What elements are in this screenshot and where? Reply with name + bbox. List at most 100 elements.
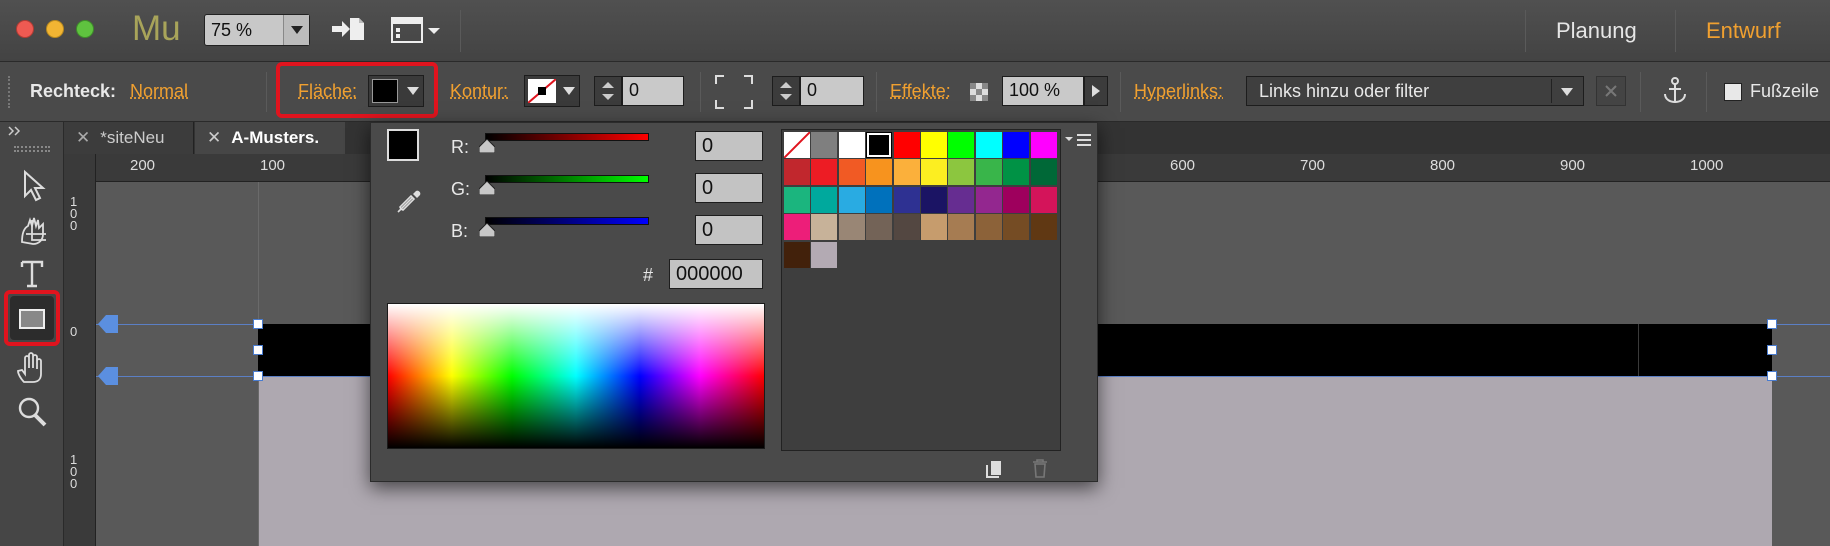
blue-slider-thumb[interactable] [479,223,495,237]
red-slider-track[interactable] [485,133,649,141]
color-swatch[interactable] [838,159,865,186]
color-swatch[interactable] [948,132,975,158]
color-swatch[interactable] [921,159,947,186]
color-swatch[interactable] [811,241,838,268]
clear-link-button[interactable] [1596,76,1626,106]
preview-menu-icon[interactable] [390,14,442,46]
mode-planning-button[interactable]: Planung [1556,18,1637,44]
opacity-field[interactable]: 100 % [1002,76,1084,106]
green-slider-track[interactable] [485,175,649,183]
palette-menu-icon[interactable] [1065,133,1093,149]
zoom-window-button[interactable] [76,20,94,38]
hex-value-field[interactable]: 000000 [669,259,763,289]
swatch-none[interactable] [783,131,811,159]
blue-slider-track[interactable] [485,217,649,225]
close-window-button[interactable] [16,20,34,38]
color-swatch[interactable] [975,132,1002,158]
color-swatch[interactable] [784,241,810,268]
color-swatch[interactable] [1003,132,1030,158]
eyedropper-icon[interactable] [395,185,425,215]
blue-value-field[interactable]: 0 [695,215,763,245]
tab-siteneu[interactable]: ✕ *siteNeu [64,122,194,154]
color-swatch[interactable] [1030,132,1057,158]
color-swatch[interactable] [975,214,1002,241]
color-swatch[interactable] [866,159,893,186]
color-swatch[interactable] [1003,214,1030,241]
effects-label[interactable]: Effekte: [890,81,951,102]
color-swatch[interactable] [866,214,893,241]
color-swatch[interactable] [811,132,838,158]
crop-tool-icon[interactable] [14,212,50,248]
zoom-tool-icon[interactable] [14,394,50,430]
color-swatch[interactable] [893,214,920,241]
color-spectrum[interactable] [387,303,765,449]
color-swatch[interactable] [975,186,1002,213]
color-swatch[interactable] [1003,159,1030,186]
color-swatch[interactable] [784,214,810,241]
guide-marker-icon[interactable] [98,367,118,385]
selection-tool-icon[interactable] [14,168,50,204]
color-swatch[interactable] [893,186,920,213]
stroke-width-stepper[interactable] [594,76,622,106]
color-swatch[interactable] [838,186,865,213]
color-swatch[interactable] [1030,186,1057,213]
mode-design-button[interactable]: Entwurf [1706,18,1781,44]
hand-tool-icon[interactable] [14,350,50,386]
resize-handle[interactable] [253,319,263,329]
color-swatch[interactable] [811,186,838,213]
color-swatch[interactable] [948,214,975,241]
footer-checkbox[interactable] [1724,83,1742,101]
red-slider-thumb[interactable] [479,139,495,153]
delete-swatch-icon[interactable] [1029,457,1051,479]
opacity-slider-button[interactable] [1084,76,1108,106]
color-swatch[interactable] [921,186,947,213]
color-swatch[interactable] [921,214,947,241]
color-swatch[interactable] [838,214,865,241]
new-swatch-icon[interactable] [985,457,1007,479]
color-swatch[interactable] [948,186,975,213]
color-swatch[interactable] [1030,159,1057,186]
color-swatch[interactable] [1030,214,1057,241]
grip-handle[interactable] [14,146,50,152]
resize-handle[interactable] [253,345,263,355]
color-swatch[interactable] [866,132,893,158]
minimize-window-button[interactable] [46,20,64,38]
export-page-icon[interactable] [330,16,366,44]
color-swatch[interactable] [893,132,920,158]
color-swatch[interactable] [811,159,838,186]
stroke-color-button[interactable] [524,75,580,107]
hyperlinks-input[interactable]: Links hinzu oder filter [1246,76,1584,106]
green-value-field[interactable]: 0 [695,173,763,203]
hyperlinks-label[interactable]: Hyperlinks: [1134,81,1223,102]
color-swatch[interactable] [921,132,947,158]
color-swatch[interactable] [948,159,975,186]
resize-handle[interactable] [1767,345,1777,355]
tab-a-muster[interactable]: ✕ A-Musters. [195,122,345,154]
color-swatch[interactable] [784,159,810,186]
red-value-field[interactable]: 0 [695,131,763,161]
zoom-select[interactable]: 75 % [204,14,310,46]
collapse-panel-icon[interactable] [8,126,22,136]
resize-handle[interactable] [1767,371,1777,381]
corner-radius-field[interactable]: 0 [800,76,864,106]
anchor-icon[interactable] [1660,76,1690,106]
color-swatch[interactable] [784,186,810,213]
state-dropdown[interactable]: Normal [130,81,188,102]
grip-handle[interactable] [8,76,12,108]
corner-radius-stepper[interactable] [772,76,800,106]
green-slider-thumb[interactable] [479,181,495,195]
color-swatch[interactable] [1003,186,1030,213]
chevron-down-icon[interactable] [283,15,309,45]
guide-marker-icon[interactable] [98,315,118,333]
fill-label[interactable]: Fläche: [298,81,357,102]
resize-handle[interactable] [1767,319,1777,329]
color-swatch[interactable] [893,159,920,186]
color-swatch[interactable] [975,159,1002,186]
close-icon[interactable]: ✕ [207,128,221,147]
text-tool-icon[interactable] [14,256,50,292]
close-icon[interactable]: ✕ [76,128,90,147]
rectangle-tool-button[interactable] [10,296,54,340]
fill-color-button[interactable] [368,75,424,107]
color-swatch[interactable] [866,186,893,213]
color-swatch[interactable] [811,214,838,241]
